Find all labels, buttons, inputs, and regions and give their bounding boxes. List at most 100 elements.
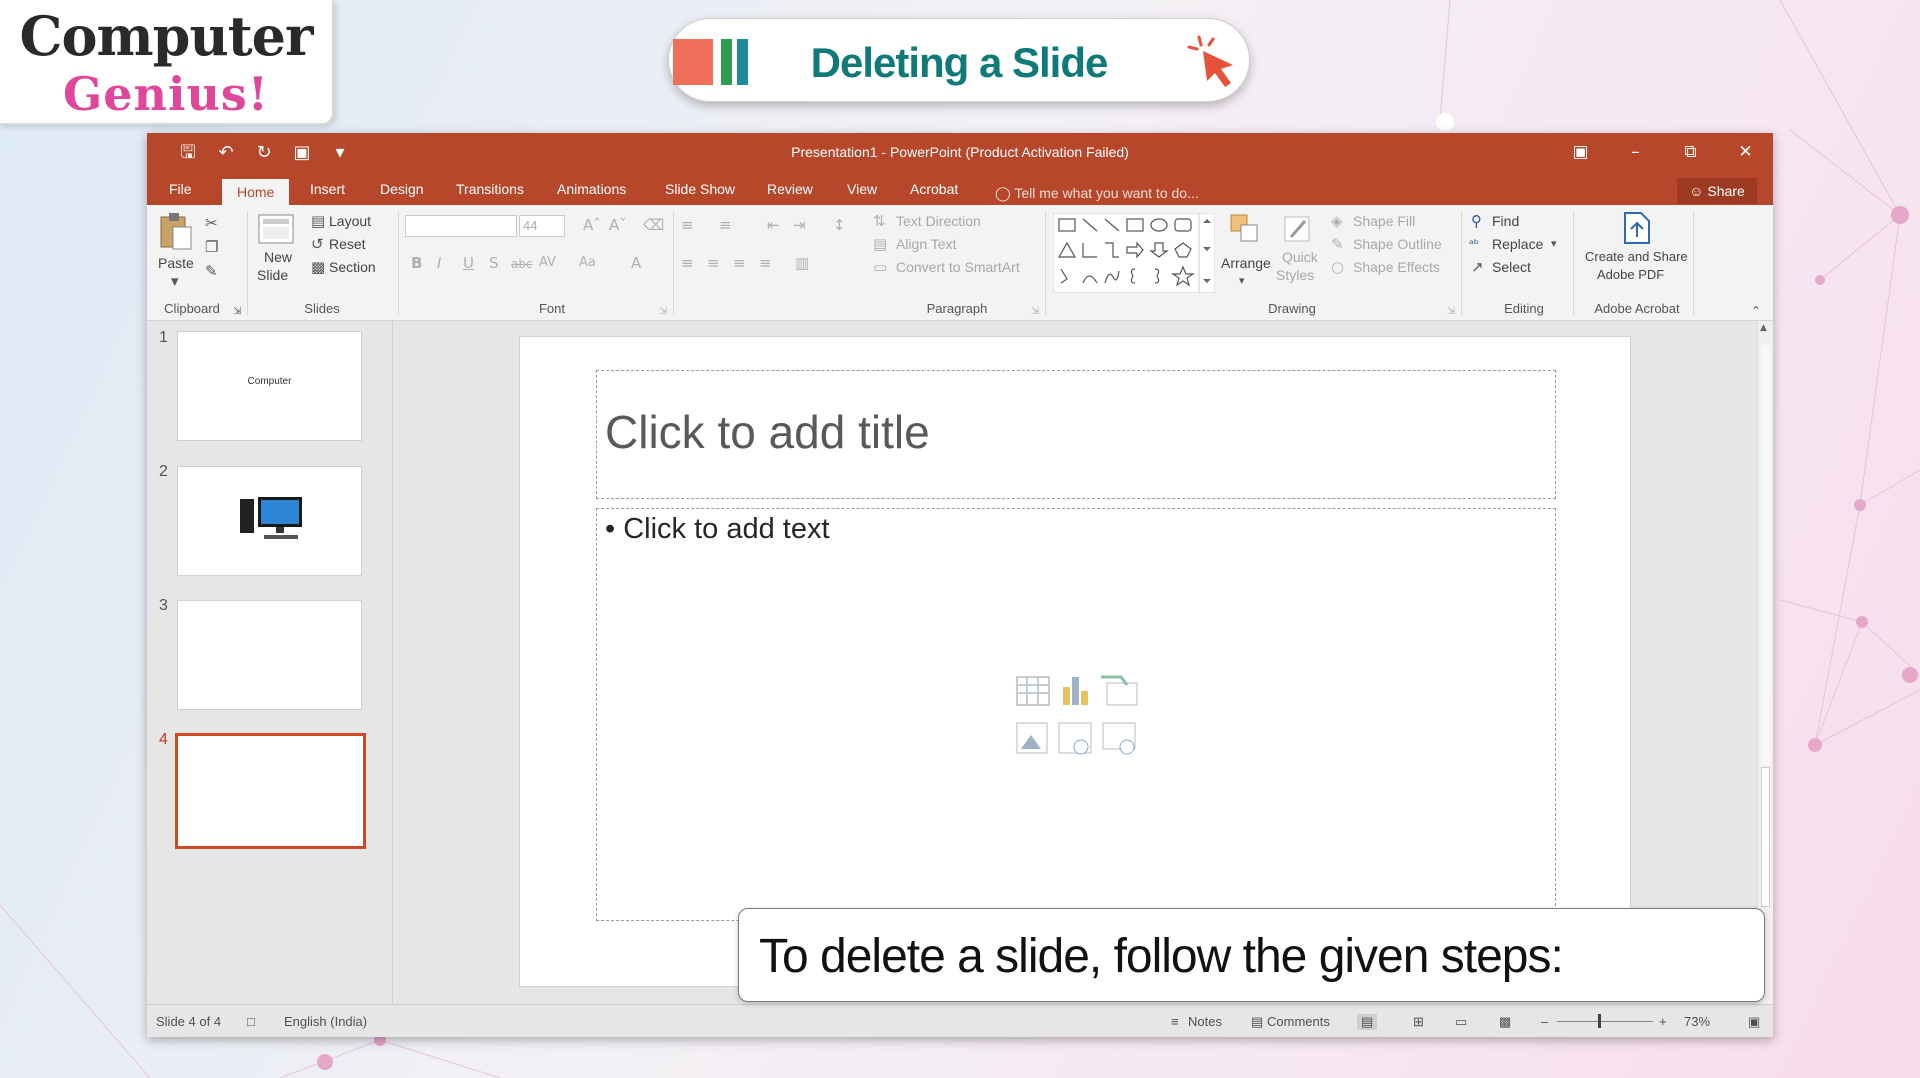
shape-fill-icon[interactable]: ◈: [1331, 213, 1343, 229]
italic-button[interactable]: I: [437, 255, 441, 271]
tab-transitions[interactable]: Transitions: [456, 179, 524, 205]
layout-icon[interactable]: ▤: [311, 213, 325, 229]
tell-me-box[interactable]: ◯ Tell me what you want to do...: [995, 185, 1199, 202]
comments-button[interactable]: Comments: [1267, 1014, 1330, 1029]
zoom-out-icon[interactable]: –: [1541, 1014, 1548, 1029]
paragraph-launcher-icon[interactable]: ⇲: [1031, 304, 1039, 320]
title-placeholder[interactable]: Click to add title: [596, 370, 1556, 499]
shapes-gallery[interactable]: [1053, 213, 1215, 293]
align-right-icon[interactable]: ≡: [733, 255, 746, 271]
cut-icon[interactable]: ✂: [205, 215, 218, 231]
find-icon[interactable]: ⚲: [1471, 213, 1482, 229]
collapse-ribbon-icon[interactable]: ⌃: [1751, 303, 1761, 319]
tab-file[interactable]: File: [169, 179, 192, 205]
new-slide-label-2[interactable]: Slide: [257, 267, 288, 283]
zoom-slider-thumb[interactable]: [1598, 1014, 1601, 1028]
close-icon[interactable]: ✕: [1718, 133, 1773, 171]
paste-dropdown-icon[interactable]: ▾: [171, 273, 179, 289]
tab-animations[interactable]: Animations: [557, 179, 626, 205]
drawing-launcher-icon[interactable]: ⇲: [1447, 304, 1455, 320]
tab-design[interactable]: Design: [380, 179, 424, 205]
slide-show-icon[interactable]: ▩: [1499, 1014, 1511, 1030]
comments-icon[interactable]: ▤: [1251, 1014, 1263, 1030]
format-painter-icon[interactable]: ✎: [205, 263, 218, 279]
align-text-icon[interactable]: ▤: [873, 236, 887, 252]
replace-icon[interactable]: ᵃᵇ: [1469, 236, 1479, 252]
new-slide-icon[interactable]: [257, 211, 297, 247]
quick-styles-icon[interactable]: [1281, 213, 1315, 247]
numbering-icon[interactable]: ≡: [719, 217, 732, 233]
clipboard-launcher-icon[interactable]: ⇲: [233, 304, 241, 320]
text-direction-icon[interactable]: ⇅: [873, 213, 886, 229]
zoom-slider-track[interactable]: [1557, 1021, 1653, 1022]
spellcheck-icon[interactable]: □: [247, 1014, 255, 1029]
tab-insert[interactable]: Insert: [310, 179, 345, 205]
change-case-button[interactable]: Aa: [579, 255, 596, 271]
reading-view-icon[interactable]: ▭: [1455, 1014, 1467, 1030]
zoom-level[interactable]: 73%: [1684, 1014, 1710, 1029]
paste-label[interactable]: Paste: [158, 255, 194, 271]
select-button[interactable]: Select: [1492, 259, 1531, 275]
reset-icon[interactable]: ↺: [311, 236, 324, 252]
new-slide-label-1[interactable]: New: [264, 249, 292, 265]
select-cursor-icon[interactable]: ↗: [1471, 259, 1484, 275]
create-share-pdf-label-1[interactable]: Create and Share: [1585, 249, 1688, 264]
zoom-in-icon[interactable]: +: [1659, 1014, 1667, 1029]
scroll-up-icon[interactable]: ▲: [1760, 323, 1767, 333]
clear-formatting-icon[interactable]: ⌫: [643, 217, 664, 233]
text-direction-button[interactable]: Text Direction: [896, 213, 981, 229]
shape-outline-button[interactable]: Shape Outline: [1353, 236, 1442, 252]
shadow-button[interactable]: S: [489, 255, 499, 271]
normal-view-icon[interactable]: ▤: [1357, 1014, 1378, 1030]
paste-icon[interactable]: [157, 211, 195, 251]
tab-home[interactable]: Home: [222, 179, 290, 205]
columns-icon[interactable]: ▥: [795, 255, 809, 271]
fit-slide-icon[interactable]: ▣: [1748, 1014, 1760, 1030]
bold-button[interactable]: B: [411, 255, 422, 271]
shape-effects-button[interactable]: Shape Effects: [1353, 259, 1440, 275]
quick-styles-label-2[interactable]: Styles: [1276, 267, 1314, 283]
shrink-font-icon[interactable]: Aˇ: [609, 217, 627, 233]
arrange-dropdown-icon[interactable]: ▾: [1239, 273, 1245, 289]
replace-dropdown-icon[interactable]: ▾: [1551, 236, 1557, 252]
character-spacing-button[interactable]: AV: [539, 255, 556, 271]
find-button[interactable]: Find: [1492, 213, 1519, 229]
content-placeholder[interactable]: • Click to add text: [596, 508, 1556, 921]
minimize-icon[interactable]: –: [1608, 133, 1663, 171]
line-spacing-icon[interactable]: ↕: [833, 217, 846, 233]
scrollbar-thumb[interactable]: [1761, 767, 1770, 907]
create-pdf-icon[interactable]: [1619, 209, 1653, 247]
font-color-button[interactable]: A: [631, 255, 641, 271]
underline-button[interactable]: U: [463, 255, 474, 271]
layout-button[interactable]: Layout: [329, 213, 371, 229]
font-size-input[interactable]: 44: [519, 215, 565, 237]
reset-button[interactable]: Reset: [329, 236, 366, 252]
vertical-scrollbar[interactable]: ▲: [1757, 321, 1773, 1004]
section-button[interactable]: Section: [329, 259, 376, 275]
tab-view[interactable]: View: [847, 179, 877, 205]
notes-button[interactable]: Notes: [1188, 1014, 1222, 1029]
increase-indent-icon[interactable]: ⇥: [793, 217, 806, 233]
tab-slide-show[interactable]: Slide Show: [665, 179, 735, 205]
shape-fill-button[interactable]: Shape Fill: [1353, 213, 1415, 229]
tab-acrobat[interactable]: Acrobat: [910, 179, 958, 205]
justify-icon[interactable]: ≡: [759, 255, 772, 271]
shape-outline-icon[interactable]: ✎: [1331, 236, 1344, 252]
tab-review[interactable]: Review: [767, 179, 813, 205]
section-icon[interactable]: ▩: [311, 259, 325, 275]
slide-thumbnail-4-selected[interactable]: [175, 733, 366, 849]
share-button[interactable]: ☺ Share: [1677, 178, 1757, 204]
slide-thumbnail-3[interactable]: [177, 600, 362, 710]
ribbon-display-options-icon[interactable]: ▣: [1553, 133, 1608, 171]
notes-icon[interactable]: ≡: [1171, 1014, 1179, 1029]
replace-button[interactable]: Replace: [1492, 236, 1543, 252]
slide-sorter-icon[interactable]: ⊞: [1413, 1014, 1424, 1030]
slide-thumbnail-2[interactable]: [177, 466, 362, 576]
restore-icon[interactable]: ⧉: [1663, 133, 1718, 171]
copy-icon[interactable]: ❐: [205, 239, 218, 255]
shape-effects-icon[interactable]: ○: [1331, 259, 1344, 275]
font-name-input[interactable]: [405, 215, 517, 237]
bullets-icon[interactable]: ≡: [681, 217, 694, 233]
align-center-icon[interactable]: ≡: [707, 255, 720, 271]
align-left-icon[interactable]: ≡: [681, 255, 694, 271]
